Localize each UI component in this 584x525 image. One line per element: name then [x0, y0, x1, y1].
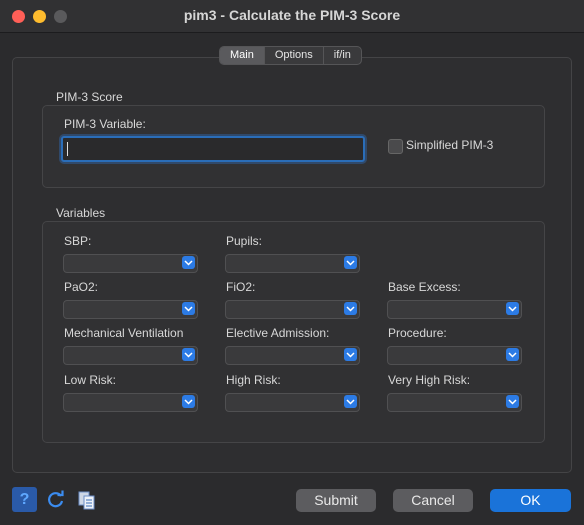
reset-button[interactable] — [43, 487, 68, 512]
copy-button[interactable] — [74, 487, 99, 512]
elective-admission-select[interactable] — [225, 346, 360, 365]
fio2-label: FiO2: — [226, 280, 256, 294]
sbp-label: SBP: — [64, 234, 92, 248]
very-high-risk-label: Very High Risk: — [388, 373, 471, 387]
chevron-down-icon — [182, 395, 195, 408]
tab-main[interactable]: Main — [220, 47, 265, 64]
window-title: pim3 - Calculate the PIM-3 Score — [183, 7, 401, 23]
very-high-risk-select[interactable] — [387, 393, 522, 412]
chevron-down-icon — [182, 256, 195, 269]
pim3-score-heading: PIM-3 Score — [56, 90, 123, 104]
simplified-pim3-checkbox[interactable] — [388, 139, 403, 154]
help-button[interactable]: ? — [12, 487, 37, 512]
chevron-down-icon — [506, 302, 519, 315]
low-risk-select[interactable] — [63, 393, 198, 412]
pupils-label: Pupils: — [226, 234, 263, 248]
text-caret — [67, 142, 68, 156]
help-icon: ? — [19, 490, 30, 508]
chevron-down-icon — [506, 348, 519, 361]
ok-button[interactable]: OK — [490, 489, 571, 512]
cancel-button[interactable]: Cancel — [393, 489, 473, 512]
chevron-down-icon — [344, 256, 357, 269]
chevron-down-icon — [182, 348, 195, 361]
pim3-variable-label: PIM-3 Variable: — [64, 117, 146, 131]
title-bar: pim3 - Calculate the PIM-3 Score — [0, 0, 584, 33]
variables-heading: Variables — [56, 206, 106, 220]
chevron-down-icon — [344, 348, 357, 361]
chevron-down-icon — [506, 395, 519, 408]
simplified-pim3-label: Simplified PIM-3 — [406, 138, 494, 152]
mechanical-ventilation-select[interactable] — [63, 346, 198, 365]
copy-icon — [78, 491, 94, 509]
tab-if-in[interactable]: if/in — [324, 47, 361, 64]
pupils-select[interactable] — [225, 254, 360, 273]
pim3-variable-input[interactable] — [61, 136, 365, 162]
submit-button[interactable]: Submit — [296, 489, 376, 512]
chevron-down-icon — [344, 302, 357, 315]
fio2-select[interactable] — [225, 300, 360, 319]
high-risk-select[interactable] — [225, 393, 360, 412]
chevron-down-icon — [344, 395, 357, 408]
pao2-label: PaO2: — [64, 280, 99, 294]
sbp-select[interactable] — [63, 254, 198, 273]
mechanical-ventilation-label: Mechanical Ventilation — [64, 326, 184, 340]
chevron-down-icon — [182, 302, 195, 315]
high-risk-label: High Risk: — [226, 373, 281, 387]
low-risk-label: Low Risk: — [64, 373, 117, 387]
base-excess-select[interactable] — [387, 300, 522, 319]
procedure-select[interactable] — [387, 346, 522, 365]
reset-icon — [47, 490, 64, 507]
pao2-select[interactable] — [63, 300, 198, 319]
procedure-label: Procedure: — [388, 326, 447, 340]
elective-admission-label: Elective Admission: — [226, 326, 330, 340]
tab-bar: Main Options if/in — [219, 46, 362, 65]
base-excess-label: Base Excess: — [388, 280, 461, 294]
tab-options[interactable]: Options — [265, 47, 324, 64]
